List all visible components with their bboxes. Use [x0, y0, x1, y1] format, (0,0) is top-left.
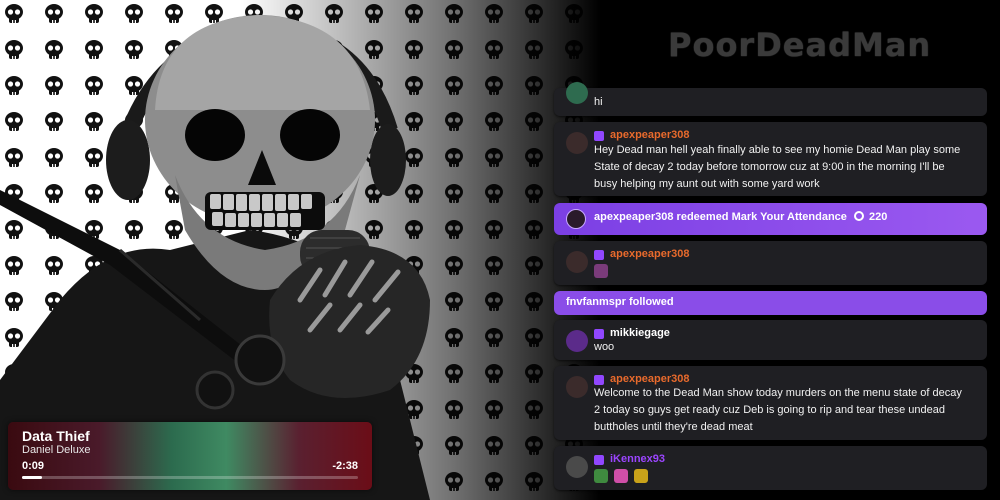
chat-message: iKennex93 — [554, 446, 987, 490]
chat-message-text: Welcome to the Dead Man show today murde… — [594, 387, 962, 433]
chat-message: apexpeaper308 Welcome to the Dead Man sh… — [554, 366, 987, 440]
avatar — [566, 376, 588, 398]
chat-message-partial: hi — [554, 82, 987, 116]
avatar — [566, 251, 588, 273]
chat-username: mikkiegage — [610, 327, 670, 339]
emote-icon — [594, 264, 608, 278]
twitch-badge-icon — [594, 131, 604, 141]
emote-icon — [634, 469, 648, 483]
chat-message-text: hi — [594, 96, 603, 108]
chat-username: apexpeaper308 — [610, 129, 690, 141]
follow-alert: fnvfanmspr followed — [554, 291, 987, 315]
chat-message: apexpeaper308 — [554, 241, 987, 285]
chat-message: mikkiegage woo — [554, 320, 987, 360]
redemption-text: apexpeaper308 redeemed Mark Your Attenda… — [594, 211, 887, 223]
channel-points-redemption: apexpeaper308 redeemed Mark Your Attenda… — [554, 203, 987, 235]
emote-icon — [614, 469, 628, 483]
twitch-badge-icon — [594, 455, 604, 465]
emote-icon — [594, 469, 608, 483]
redemption-message: apexpeaper308 redeemed Mark Your Attenda… — [594, 211, 847, 223]
now-playing-widget: Data Thief Daniel Deluxe 0:09 -2:38 — [8, 422, 372, 490]
chat-overlay: hi apexpeaper308 Hey Dead man hell yeah … — [554, 0, 987, 500]
chat-username: iKennex93 — [610, 453, 666, 465]
follow-text: fnvfanmspr followed — [566, 296, 674, 308]
track-elapsed-time: 0:09 — [22, 460, 45, 472]
chat-message: apexpeaper308 Hey Dead man hell yeah fin… — [554, 122, 987, 196]
track-title: Data Thief — [22, 428, 90, 444]
chat-message-text: Hey Dead man hell yeah finally able to s… — [594, 144, 961, 190]
twitch-badge-icon — [594, 250, 604, 260]
chat-message-text: woo — [594, 341, 615, 353]
chat-username: apexpeaper308 — [610, 373, 690, 385]
avatar — [566, 209, 586, 229]
channel-points-icon — [853, 211, 864, 221]
twitch-badge-icon — [594, 329, 604, 339]
track-artist: Daniel Deluxe — [22, 444, 91, 456]
twitch-badge-icon — [594, 375, 604, 385]
redemption-points: 220 — [869, 211, 888, 223]
track-remaining-time: -2:38 — [332, 460, 358, 472]
track-progress-fill — [22, 476, 43, 479]
avatar — [566, 456, 588, 478]
avatar — [566, 82, 588, 104]
user-default-avatar-icon — [566, 330, 588, 352]
track-progress-bar — [22, 476, 358, 479]
avatar — [566, 132, 588, 154]
chat-username: apexpeaper308 — [610, 248, 690, 260]
